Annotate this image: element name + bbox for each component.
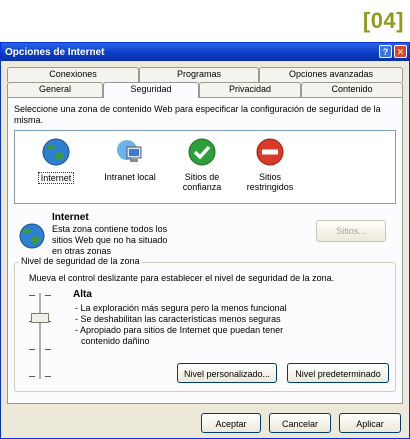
level-bullet: - La exploración más segura pero la meno… [75,303,287,313]
title-bar[interactable]: Opciones de Internet ? ✕ [1,43,409,61]
zone-label: Sitios de confianza [182,172,222,192]
tab-opciones-avanzadas[interactable]: Opciones avanzadas [259,67,403,82]
ok-button[interactable]: Aceptar [201,413,261,433]
internet-options-dialog: Opciones de Internet ? ✕ Conexiones Prog… [0,42,410,439]
tab-seguridad[interactable]: Seguridad [103,82,199,98]
slider-tick [29,295,35,296]
tab-conexiones[interactable]: Conexiones [7,67,139,82]
tab-privacidad[interactable]: Privacidad [199,82,301,97]
window-title: Opciones de Internet [5,46,105,58]
level-bullet: contenido dañino [81,336,150,346]
globe-icon [19,223,45,249]
security-level-description: - La exploración más segura pero la meno… [75,303,375,347]
zone-trusted[interactable]: Sitios de confianza [171,137,233,192]
zone-label: Sitios restringidos [246,172,294,192]
intro-text: Seleccione una zona de contenido Web par… [14,104,381,125]
zone-intranet[interactable]: Intranet local [99,137,161,182]
zone-internet[interactable]: Internet [25,137,87,184]
zone-restricted[interactable]: Sitios restringidos [239,137,301,192]
no-entry-icon [256,138,284,166]
tab-contenido[interactable]: Contenido [301,82,403,97]
level-bullet: - Se deshabilitan las características me… [75,314,281,324]
slider-tick [29,376,35,377]
corner-label: [04] [362,8,404,33]
zone-label: Internet [37,172,75,184]
default-level-button[interactable]: Nivel predeterminado [287,363,389,383]
tab-programas[interactable]: Programas [139,67,259,82]
slider-track [39,293,41,379]
slider-instruction: Mueva el control deslizante para estable… [29,273,335,283]
tab-general[interactable]: General [7,82,103,97]
security-level-group: Nivel de seguridad de la zona Mueva el c… [14,256,396,392]
tab-strip: Conexiones Programas Opciones avanzadas … [7,67,403,98]
apply-button[interactable]: Aplicar [339,413,401,433]
slider-tick [45,349,51,350]
zone-info-description: Esta zona contiene todos los sitios Web … [52,224,168,256]
sites-button[interactable]: Sitios... [316,220,386,242]
help-button[interactable]: ? [379,45,392,58]
security-level-legend: Nivel de seguridad de la zona [19,256,142,266]
globe-icon [42,138,70,166]
zone-list: Internet Intranet local Sitios de confia… [14,130,396,204]
slider-tick [29,349,35,350]
cancel-button[interactable]: Cancelar [269,413,331,433]
network-computer-icon [117,140,142,162]
security-level-name: Alta [73,289,92,300]
close-button[interactable]: ✕ [394,45,407,58]
zone-info-title: Internet [52,212,89,223]
checkmark-icon [188,138,216,166]
level-bullet: - Apropiado para sitios de Internet que … [75,325,284,335]
slider-tick [45,295,51,296]
security-level-slider[interactable] [27,293,53,379]
security-panel: Seleccione una zona de contenido Web par… [7,97,403,404]
zone-label: Intranet local [104,172,156,182]
custom-level-button[interactable]: Nivel personalizado... [177,363,277,383]
slider-thumb[interactable] [31,313,49,323]
slider-tick [45,376,51,377]
